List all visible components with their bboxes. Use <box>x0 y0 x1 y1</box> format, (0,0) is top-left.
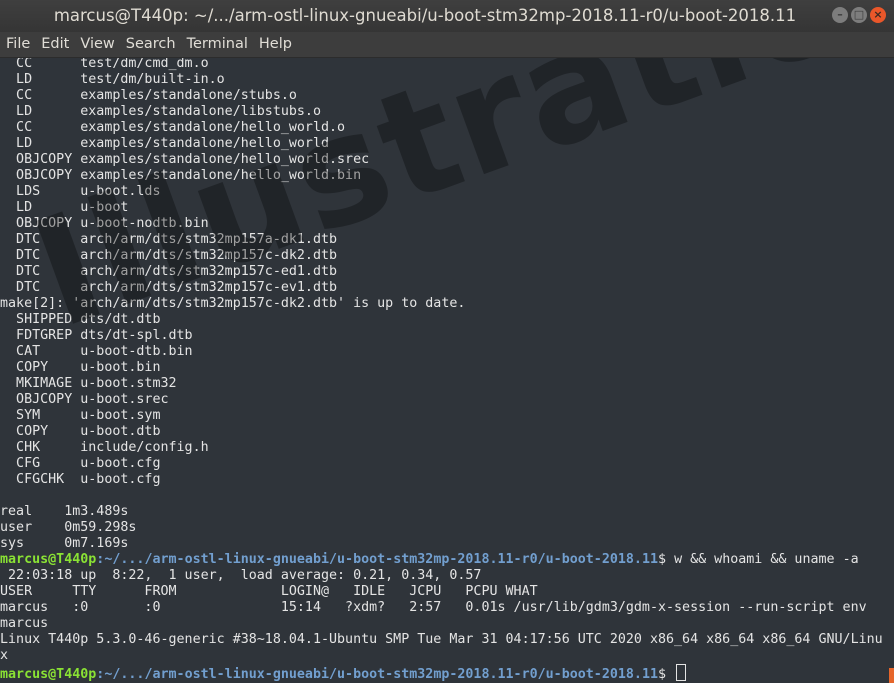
menu-file[interactable]: File <box>0 32 35 57</box>
terminal-line: CAT u-boot-dtb.bin <box>0 344 193 359</box>
terminal-line: marcus <box>0 616 49 631</box>
terminal-line: sys 0m7.169s <box>0 536 129 551</box>
prompt-line: marcus@T440p:~/.../arm-ostl-linux-gnueab… <box>0 552 859 568</box>
terminal-line: LD u-boot <box>0 200 129 215</box>
prompt-user-host: marcus@T440p <box>0 552 97 567</box>
terminal-line: CFG u-boot.cfg <box>0 456 161 471</box>
prompt-user-host: marcus@T440p <box>0 667 97 682</box>
terminal-line: COPY u-boot.bin <box>0 360 161 375</box>
cursor <box>676 664 687 681</box>
terminal-line: 22:03:18 up 8:22, 1 user, load average: … <box>0 568 482 583</box>
menu-terminal[interactable]: Terminal <box>181 32 253 57</box>
terminal-line: LD examples/standalone/libstubs.o <box>0 104 321 119</box>
terminal-line: make[2]: 'arch/arm/dts/stm32mp157c-dk2.d… <box>0 296 466 311</box>
terminal-line: Linux T440p 5.3.0-46-generic #38~18.04.1… <box>0 632 883 647</box>
terminal-line: OBJCOPY examples/standalone/hello_world.… <box>0 152 370 167</box>
menu-search[interactable]: Search <box>120 32 181 57</box>
terminal-line: SYM u-boot.sym <box>0 408 161 423</box>
terminal-line: marcus :0 :0 15:14 ?xdm? 2:57 0.01s /usr… <box>0 600 867 615</box>
menu-edit[interactable]: Edit <box>35 32 74 57</box>
terminal-line: SHIPPED dts/dt.dtb <box>0 312 161 327</box>
terminal-window: marcus@T440p: ~/.../arm-ostl-linux-gnuea… <box>0 0 894 683</box>
terminal-line: LD test/dm/built-in.o <box>0 72 225 87</box>
terminal-line: user 0m59.298s <box>0 520 137 535</box>
command-text: w && whoami && uname -a <box>674 552 859 567</box>
terminal-line: DTC arch/arm/dts/stm32mp157c-ed1.dtb <box>0 264 338 279</box>
prompt-symbol: $ <box>658 552 675 567</box>
terminal-line: DTC arch/arm/dts/stm32mp157c-dk2.dtb <box>0 248 338 263</box>
terminal-line: CFGCHK u-boot.cfg <box>0 472 161 487</box>
terminal-line: real 1m3.489s <box>0 504 129 519</box>
terminal-line: LDS u-boot.lds <box>0 184 161 199</box>
terminal-line: OBJCOPY u-boot-nodtb.bin <box>0 216 209 231</box>
maximize-icon[interactable]: □ <box>851 7 867 23</box>
terminal-line: DTC arch/arm/dts/stm32mp157c-ev1.dtb <box>0 280 338 295</box>
close-icon[interactable]: × <box>870 7 886 23</box>
terminal-line: LD examples/standalone/hello_world <box>0 136 329 151</box>
terminal-line: FDTGREP dts/dt-spl.dtb <box>0 328 193 343</box>
terminal-line: CHK include/config.h <box>0 440 209 455</box>
prompt-symbol: $ <box>658 667 675 682</box>
scrollbar-thumb[interactable] <box>889 668 894 683</box>
terminal-output[interactable]: CC test/dm/cmd_dm.o LD test/dm/built-in.… <box>0 58 894 683</box>
title-bar[interactable]: marcus@T440p: ~/.../arm-ostl-linux-gnuea… <box>0 0 894 32</box>
menu-view[interactable]: View <box>74 32 119 57</box>
minimize-icon[interactable]: – <box>832 7 848 23</box>
terminal-line: DTC arch/arm/dts/stm32mp157a-dk1.dtb <box>0 232 338 247</box>
prompt-line: marcus@T440p:~/.../arm-ostl-linux-gnueab… <box>0 664 687 682</box>
menu-help[interactable]: Help <box>253 32 297 57</box>
terminal-line: OBJCOPY u-boot.srec <box>0 392 169 407</box>
terminal-line: MKIMAGE u-boot.stm32 <box>0 376 177 391</box>
terminal-line: CC test/dm/cmd_dm.o <box>0 58 209 71</box>
prompt-path: :~/.../arm-ostl-linux-gnueabi/u-boot-stm… <box>96 667 658 682</box>
window-title: marcus@T440p: ~/.../arm-ostl-linux-gnuea… <box>53 6 797 25</box>
prompt-path: :~/.../arm-ostl-linux-gnueabi/u-boot-stm… <box>96 552 658 567</box>
terminal-line: CC examples/standalone/hello_world.o <box>0 120 346 135</box>
terminal-line: OBJCOPY examples/standalone/hello_world.… <box>0 168 362 183</box>
terminal-line: CC examples/standalone/stubs.o <box>0 88 297 103</box>
terminal-line: USER TTY FROM LOGIN@ IDLE JCPU PCPU WHAT <box>0 584 538 599</box>
menu-bar: File Edit View Search Terminal Help <box>0 32 894 58</box>
terminal-line: x <box>0 648 9 663</box>
terminal-line: COPY u-boot.dtb <box>0 424 161 439</box>
